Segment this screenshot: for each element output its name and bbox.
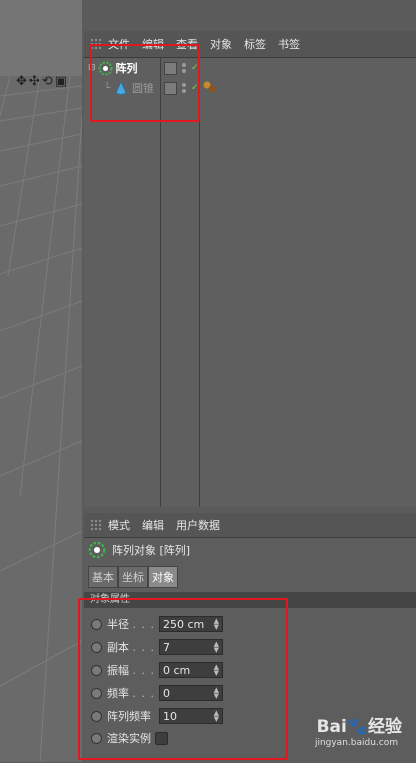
tab-basic[interactable]: 基本 xyxy=(88,566,118,588)
scale-icon[interactable]: ✣ xyxy=(29,74,40,89)
menu-edit[interactable]: 编辑 xyxy=(142,517,164,533)
grip-icon[interactable] xyxy=(90,519,102,531)
watermark-url: jingyan.baidu.com xyxy=(314,738,398,748)
rotate-icon[interactable]: ⟲ xyxy=(42,74,53,89)
highlight-box-objects xyxy=(90,44,200,122)
menu-tags[interactable]: 标签 xyxy=(244,36,266,52)
column-divider xyxy=(160,58,161,507)
object-title: 阵列对象 [阵列] xyxy=(88,541,190,559)
attributes-menubar: 模式 编辑 用户数据 xyxy=(84,513,416,538)
tab-object[interactable]: 对象 xyxy=(148,566,178,588)
viewport[interactable]: ✥ ✣ ⟲ ▣ xyxy=(0,0,82,762)
menu-mode[interactable]: 模式 xyxy=(108,517,130,533)
menu-object[interactable]: 对象 xyxy=(210,36,232,52)
tab-coordinates[interactable]: 坐标 xyxy=(118,566,148,588)
attribute-tabs: 基本 坐标 对象 xyxy=(88,566,178,588)
maximize-icon[interactable]: ▣ xyxy=(55,74,67,89)
material-tag-icon[interactable] xyxy=(202,80,218,94)
object-title-text: 阵列对象 [阵列] xyxy=(112,544,191,557)
viewport-grid xyxy=(0,76,82,762)
column-divider xyxy=(199,58,200,507)
watermark-logo: Bai🐾经验 xyxy=(316,717,402,737)
viewport-sky xyxy=(0,0,82,76)
move-icon[interactable]: ✥ xyxy=(16,74,27,89)
menu-user-data[interactable]: 用户数据 xyxy=(176,517,220,533)
highlight-box-properties xyxy=(78,598,288,760)
array-icon xyxy=(88,541,106,559)
menu-bookmarks[interactable]: 书签 xyxy=(278,36,300,52)
object-tree: ⊟ 阵列 ✓ └ 圆锥 ✓ xyxy=(84,58,416,507)
viewport-toolbar: ✥ ✣ ⟲ ▣ xyxy=(16,74,67,89)
